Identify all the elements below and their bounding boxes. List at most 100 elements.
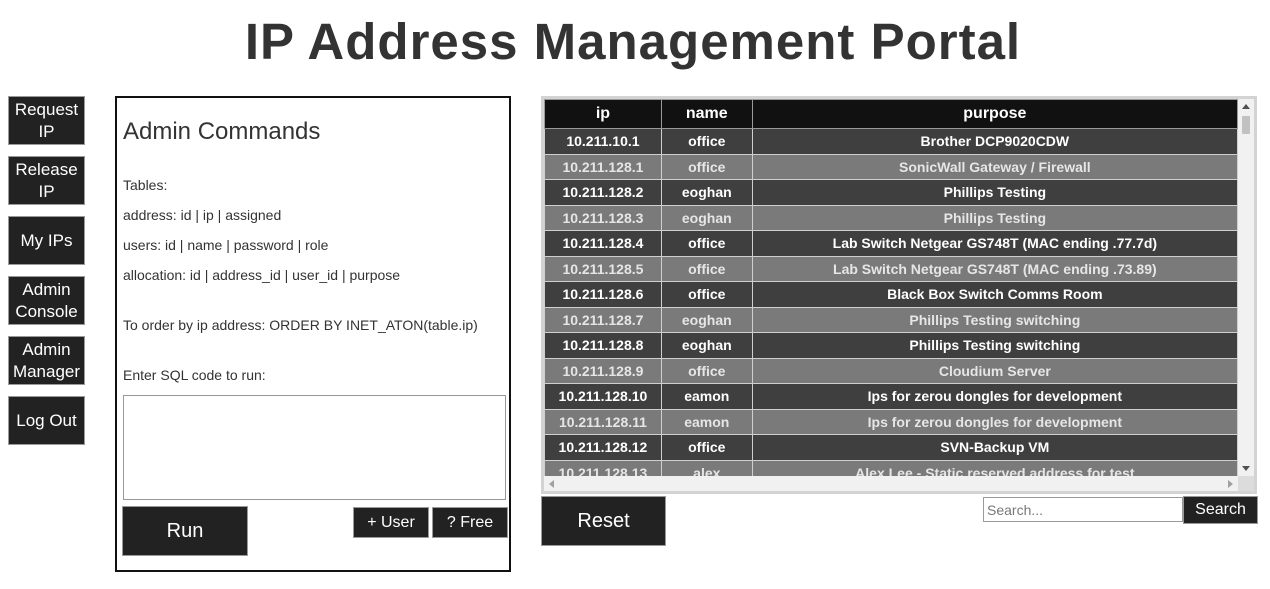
order-hint: To order by ip address: ORDER BY INET_AT… <box>123 317 478 333</box>
cell-purpose: Phillips Testing switching <box>751 332 1238 359</box>
cell-ip: 10.211.128.6 <box>544 281 662 308</box>
cell-ip: 10.211.128.11 <box>544 408 662 435</box>
table-row[interactable]: 10.211.10.1 office Brother DCP9020CDW <box>544 128 1238 155</box>
table-row[interactable]: 10.211.128.5 office Lab Switch Netgear GS7… <box>544 255 1238 282</box>
cell-purpose: Brother DCP9020CDW <box>751 128 1238 155</box>
header-purpose[interactable]: purpose <box>751 99 1238 129</box>
cell-name: eoghan <box>660 306 753 333</box>
admin-commands-heading: Admin Commands <box>123 118 321 145</box>
cell-name: office <box>660 153 753 180</box>
table-row[interactable]: 10.211.128.9 office Cloudium Server <box>544 357 1238 384</box>
cell-purpose: SVN-Backup VM <box>751 434 1238 461</box>
table-row[interactable]: 10.211.128.13 alex Alex Lee - Static reser… <box>544 459 1238 476</box>
cell-ip: 10.211.128.13 <box>544 459 662 476</box>
cell-ip: 10.211.128.10 <box>544 383 662 410</box>
admin-manager-label-2: Manager <box>12 361 81 381</box>
admin-console-label-2: Console <box>15 301 78 321</box>
sql-input[interactable] <box>123 395 506 500</box>
cell-name: eamon <box>660 383 753 410</box>
page-title: IP Address Management Portal <box>244 13 1022 70</box>
header-ip[interactable]: ip <box>544 99 662 129</box>
cell-ip: 10.211.128.5 <box>544 255 662 282</box>
table-row[interactable]: 10.211.128.3 eoghan Phillips Testing <box>544 204 1238 231</box>
cell-purpose: SonicWall Gateway / Firewall <box>751 153 1238 180</box>
address-schema: address: id | ip | assigned <box>123 207 282 223</box>
admin-manager-label-1: Admin <box>22 339 71 359</box>
cell-ip: 10.211.128.1 <box>544 153 662 180</box>
ip-table: ip name purpose 10.211.10.1 office Brother… <box>544 99 1238 476</box>
request-ip-label-2: IP <box>38 121 55 141</box>
cell-ip: 10.211.128.8 <box>544 332 662 359</box>
release-ip-button[interactable]: Release IP <box>8 156 85 205</box>
cell-ip: 10.211.10.1 <box>544 128 662 155</box>
table-row[interactable]: 10.211.128.6 office Black Box Switch Comms… <box>544 281 1238 308</box>
log-out-button[interactable]: Log Out <box>8 396 85 445</box>
cell-ip: 10.211.128.12 <box>544 434 662 461</box>
admin-manager-button[interactable]: Admin Manager <box>8 336 85 385</box>
horizontal-scrollbar[interactable] <box>544 476 1238 491</box>
cell-ip: 10.211.128.3 <box>544 204 662 231</box>
admin-console-label-1: Admin <box>22 279 71 299</box>
cell-ip: 10.211.128.2 <box>544 179 662 206</box>
cell-name: eamon <box>660 408 753 435</box>
cell-name: eoghan <box>660 179 753 206</box>
cell-ip: 10.211.128.4 <box>544 230 662 257</box>
tables-label: Tables: <box>123 177 168 193</box>
cell-ip: 10.211.128.7 <box>544 306 662 333</box>
table-header-row: ip name purpose <box>544 99 1238 129</box>
ip-table-container[interactable]: ip name purpose 10.211.10.1 office Brother… <box>541 96 1257 494</box>
cell-name: office <box>660 434 753 461</box>
users-schema: users: id | name | password | role <box>123 237 329 253</box>
cell-purpose: Phillips Testing <box>751 179 1238 206</box>
table-row[interactable]: 10.211.128.4 office Lab Switch Netgear GS7… <box>544 230 1238 257</box>
scroll-right-arrow-icon[interactable] <box>1228 480 1233 488</box>
scroll-thumb[interactable] <box>1242 116 1250 134</box>
vertical-scrollbar[interactable] <box>1238 99 1254 476</box>
header-name[interactable]: name <box>660 99 753 129</box>
request-ip-button[interactable]: Request IP <box>8 96 85 145</box>
cell-name: office <box>660 230 753 257</box>
cell-name: eoghan <box>660 204 753 231</box>
cell-purpose: Phillips Testing <box>751 204 1238 231</box>
cell-purpose: Cloudium Server <box>751 357 1238 384</box>
run-button[interactable]: Run <box>122 506 248 556</box>
scroll-down-arrow-icon[interactable] <box>1242 466 1250 471</box>
table-row[interactable]: 10.211.128.12 office SVN-Backup VM <box>544 434 1238 461</box>
cell-name: eoghan <box>660 332 753 359</box>
cell-purpose: Alex Lee - Static reserved address for t… <box>751 459 1238 476</box>
page: IP Address Management Portal Request IP … <box>0 0 1270 589</box>
release-ip-label-1: Release <box>15 159 78 179</box>
ip-table-body: 10.211.10.1 office Brother DCP9020CDW 10.21… <box>544 128 1238 476</box>
table-row[interactable]: 10.211.128.8 eoghan Phillips Testing switc… <box>544 332 1238 359</box>
table-row[interactable]: 10.211.128.11 eamon Ips for zerou dongles … <box>544 408 1238 435</box>
table-row[interactable]: 10.211.128.7 eoghan Phillips Testing switc… <box>544 306 1238 333</box>
cell-ip: 10.211.128.9 <box>544 357 662 384</box>
request-ip-label-1: Request <box>14 99 79 119</box>
release-ip-label-2: IP <box>38 181 55 201</box>
search-button[interactable]: Search <box>1183 496 1258 524</box>
cell-name: office <box>660 128 753 155</box>
cell-purpose: Ips for zerou dongles for development <box>751 408 1238 435</box>
scroll-left-arrow-icon[interactable] <box>549 480 554 488</box>
log-out-label: Log Out <box>16 410 77 430</box>
cell-purpose: Lab Switch Netgear GS748T (MAC ending .7… <box>751 255 1238 282</box>
admin-console-button[interactable]: Admin Console <box>8 276 85 325</box>
my-ips-button[interactable]: My IPs <box>8 216 85 265</box>
reset-button[interactable]: Reset <box>541 496 666 546</box>
cell-purpose: Ips for zerou dongles for development <box>751 383 1238 410</box>
admin-commands-panel: Admin Commands Tables: address: id | ip … <box>115 96 511 572</box>
cell-purpose: Lab Switch Netgear GS748T (MAC ending .7… <box>751 230 1238 257</box>
cell-name: alex <box>660 459 753 476</box>
table-row[interactable]: 10.211.128.10 eamon Ips for zerou dongles … <box>544 383 1238 410</box>
cell-purpose: Black Box Switch Comms Room <box>751 281 1238 308</box>
free-button[interactable]: ? Free <box>432 507 508 538</box>
table-row[interactable]: 10.211.128.2 eoghan Phillips Testing <box>544 179 1238 206</box>
cell-purpose: Phillips Testing switching <box>751 306 1238 333</box>
scroll-up-arrow-icon[interactable] <box>1242 104 1250 109</box>
my-ips-label: My IPs <box>20 230 73 250</box>
ip-table-viewport: ip name purpose 10.211.10.1 office Brother… <box>544 99 1238 476</box>
search-input[interactable] <box>983 497 1183 522</box>
add-user-button[interactable]: + User <box>353 507 429 538</box>
table-row[interactable]: 10.211.128.1 office SonicWall Gateway / Fi… <box>544 153 1238 180</box>
sql-prompt: Enter SQL code to run: <box>123 367 266 383</box>
